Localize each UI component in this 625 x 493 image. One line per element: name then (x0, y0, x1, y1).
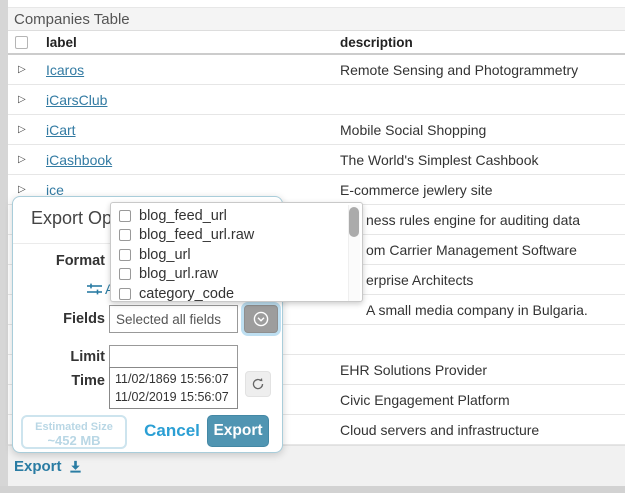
table-header: label description (8, 31, 625, 55)
company-description: Civic Engagement Platform (340, 392, 625, 408)
panel-title: Companies Table (14, 11, 130, 28)
company-description: EHR Solutions Provider (340, 362, 625, 378)
company-description: The World's Simplest Cashbook (340, 152, 625, 168)
company-description: erprise Architects (340, 272, 625, 288)
field-checkbox[interactable] (119, 288, 131, 300)
field-checkbox[interactable] (119, 210, 131, 222)
company-link[interactable]: iCarsClub (46, 92, 107, 108)
panel-header: Companies Table (8, 7, 625, 31)
fields-dropdown-popup: blog_feed_url blog_feed_url.raw blog_urlbl… (110, 202, 363, 302)
table-row: ▷iCarsClub (8, 85, 625, 115)
page: Companies Table label description ▷Icaro… (0, 0, 625, 493)
row-expander-icon[interactable]: ▷ (8, 94, 46, 105)
fields-input[interactable] (109, 305, 238, 333)
label-cell: iCashbook (46, 152, 340, 168)
select-all-checkbox[interactable] (15, 36, 28, 49)
page-bottom-margin (0, 486, 625, 493)
estimated-size-button[interactable]: Estimated Size ~452 MB (21, 415, 127, 449)
export-link-label: Export (14, 458, 62, 475)
label-cell: iCarsClub (46, 92, 340, 108)
company-link[interactable]: iCart (46, 122, 76, 138)
field-option-label: blog_feed_url (139, 208, 227, 224)
field-option[interactable]: category_code (111, 284, 362, 302)
chevron-circle-down-icon (253, 311, 269, 327)
field-option-label: category_code (139, 286, 234, 302)
time-refresh-button[interactable] (245, 371, 271, 397)
time-to: 11/02/2019 15:56:07 (115, 388, 232, 406)
sliders-icon (87, 283, 102, 296)
time-label: Time (13, 373, 105, 389)
label-cell: Icaros (46, 62, 340, 78)
column-header-label: label (46, 35, 340, 50)
field-option-label: blog_url (139, 247, 191, 263)
estimated-size-line2: ~452 MB (23, 434, 125, 448)
row-expander-icon[interactable]: ▷ (8, 184, 46, 195)
row-expander-icon[interactable]: ▷ (8, 124, 46, 135)
dropdown-scrollbar-thumb[interactable] (349, 207, 359, 237)
field-option[interactable]: blog_url (111, 245, 362, 265)
fields-dropdown-button[interactable] (244, 305, 278, 333)
company-description: ness rules engine for auditing data (340, 212, 625, 228)
company-description: Mobile Social Shopping (340, 122, 625, 138)
company-description: E-commerce jewlery site (340, 182, 625, 198)
download-icon (68, 459, 83, 474)
table-row: ▷Icaros Remote Sensing and Photogrammetry (8, 55, 625, 85)
format-label: Format (13, 253, 105, 269)
company-description: A small media company in Bulgaria. (340, 302, 625, 318)
fields-dropdown-items: blog_feed_url blog_feed_url.raw blog_urlbl… (111, 206, 362, 302)
cancel-button[interactable]: Cancel (139, 421, 205, 441)
field-option[interactable]: blog_feed_url (111, 206, 362, 226)
export-button[interactable]: Export (207, 415, 269, 447)
export-link[interactable]: Export (14, 458, 83, 475)
table-row: ▷iCart Mobile Social Shopping (8, 115, 625, 145)
time-range-box[interactable]: 11/02/1869 15:56:07 11/02/2019 15:56:07 (109, 367, 238, 409)
estimated-size-line1: Estimated Size (23, 420, 125, 434)
row-expander-icon[interactable]: ▷ (8, 64, 46, 75)
limit-label: Limit (13, 349, 105, 365)
company-description: Remote Sensing and Photogrammetry (340, 62, 625, 78)
page-left-margin (0, 0, 8, 493)
fields-label: Fields (13, 311, 105, 327)
row-expander-icon[interactable]: ▷ (8, 154, 46, 165)
company-link[interactable]: Icaros (46, 62, 84, 78)
time-from: 11/02/1869 15:56:07 (115, 370, 232, 388)
company-description: om Carrier Management Software (340, 242, 625, 258)
field-option-label: blog_feed_url.raw (139, 227, 254, 243)
refresh-icon (251, 377, 265, 391)
table-row: ▷iCashbook The World's Simplest Cashbook (8, 145, 625, 175)
field-checkbox[interactable] (119, 229, 131, 241)
field-option-label: blog_url.raw (139, 266, 218, 282)
company-description: Cloud servers and infrastructure (340, 422, 625, 438)
panel-top-gap (8, 0, 625, 7)
column-header-description: description (340, 35, 625, 50)
field-checkbox[interactable] (119, 268, 131, 280)
field-checkbox[interactable] (119, 249, 131, 261)
company-link[interactable]: iCashbook (46, 152, 112, 168)
label-cell: iCart (46, 122, 340, 138)
field-option[interactable]: blog_feed_url.raw (111, 226, 362, 246)
field-option[interactable]: blog_url.raw (111, 265, 362, 285)
